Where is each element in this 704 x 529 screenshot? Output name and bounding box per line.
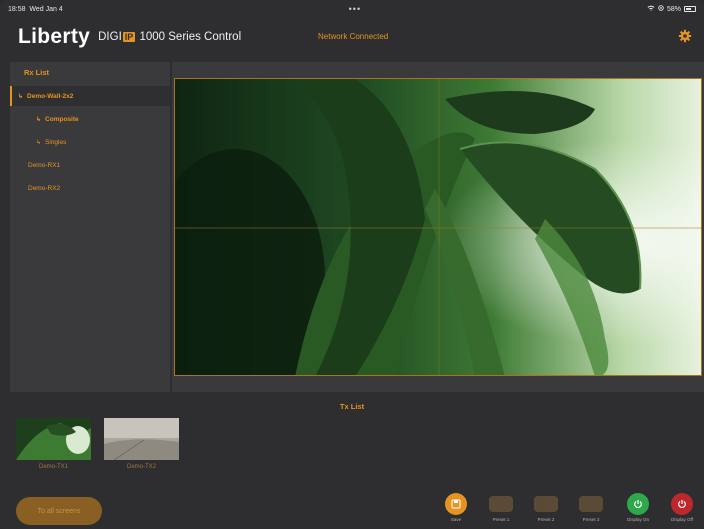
network-status: Network Connected	[318, 32, 389, 41]
tx-item-label: Demo-TX1	[38, 464, 68, 470]
save-button[interactable]: Save	[436, 493, 476, 522]
tx-item-demo-tx1[interactable]: Demo-TX1	[16, 418, 91, 470]
rx-item-composite[interactable]: ↳ Composite	[10, 109, 170, 129]
preset2-label: Preset 2	[537, 517, 555, 522]
rx-item-label: Composite	[45, 115, 79, 123]
tx-thumbnail	[104, 418, 179, 460]
display-off-button[interactable]: Display Off	[662, 493, 702, 522]
status-right: 58%	[647, 5, 696, 13]
preset2-button[interactable]: Preset 2	[526, 493, 566, 522]
power-off-icon	[671, 493, 693, 515]
display-on-label: Display On	[626, 517, 649, 522]
rx-item-demo-rx2[interactable]: Demo-RX2	[10, 178, 170, 198]
rx-item-label: Singles	[45, 138, 67, 146]
rx-item-label: Demo-Wall-2x2	[27, 92, 74, 100]
leaf-image	[175, 79, 701, 375]
save-label: Save	[450, 517, 462, 522]
status-bar: 18:58 Wed Jan 4 ••• 58%	[0, 0, 704, 18]
video-wall-preview[interactable]	[174, 78, 702, 376]
rx-item-label: Demo-RX2	[28, 184, 61, 192]
subitem-arrow-icon: ↳	[36, 116, 42, 123]
preset1-button[interactable]: Preset 1	[481, 493, 521, 522]
wifi-icon	[647, 5, 655, 13]
status-date: Wed Jan 4	[29, 5, 63, 13]
display-on-button[interactable]: Display On	[618, 493, 658, 522]
tx-list-title: Tx List	[339, 402, 365, 411]
power-on-icon	[627, 493, 649, 515]
liberty-logo: Liberty	[18, 25, 91, 48]
product-suffix: 1000 Series Control	[136, 31, 242, 43]
display-off-label: Display Off	[671, 517, 693, 522]
rx-item-label: Demo-RX1	[28, 161, 61, 169]
tx-item-label: Demo-TX2	[126, 464, 156, 470]
multitask-dots[interactable]: •••	[349, 4, 361, 14]
rx-item-demo-wall[interactable]: ↳ Demo-Wall-2x2	[10, 86, 170, 106]
preset1-label: Preset 1	[492, 517, 510, 522]
preset3-button[interactable]: Preset 3	[571, 493, 611, 522]
gear-icon[interactable]	[678, 29, 692, 43]
preset-icon	[579, 496, 603, 512]
tx-thumbnail	[16, 418, 91, 460]
rx-item-singles[interactable]: ↳ Singles	[10, 132, 170, 152]
app-window: 18:58 Wed Jan 4 ••• 58% Liberty DIGI IP 1…	[0, 0, 704, 529]
rx-item-demo-rx1[interactable]: Demo-RX1	[10, 155, 170, 175]
preset3-label: Preset 3	[582, 517, 600, 522]
preset-icon	[489, 496, 513, 512]
battery-percent: 58%	[666, 5, 681, 13]
preview-panel	[172, 62, 704, 392]
expand-arrow-icon: ↳	[18, 93, 24, 100]
product-title: DIGI IP 1000 Series Control	[98, 31, 241, 43]
battery-fill	[685, 8, 692, 10]
rx-list-panel: Rx List ↳ Demo-Wall-2x2 ↳ Composite ↳ Si…	[10, 62, 170, 392]
product-prefix: DIGI	[98, 31, 122, 43]
product-ip-badge: IP	[122, 32, 136, 42]
rx-list-title: Rx List	[24, 68, 50, 77]
status-time: 18:58	[8, 5, 26, 13]
status-time-date: 18:58 Wed Jan 4	[8, 6, 63, 13]
battery-icon	[683, 6, 696, 12]
app-header: Liberty DIGI IP 1000 Series Control Netwo…	[0, 18, 704, 56]
save-icon	[445, 493, 467, 515]
preset-icon	[534, 496, 558, 512]
location-icon	[658, 5, 664, 13]
to-all-screens-button[interactable]: To all screens	[16, 497, 102, 525]
subitem-arrow-icon: ↳	[36, 139, 42, 146]
tx-item-demo-tx2[interactable]: Demo-TX2	[104, 418, 179, 470]
